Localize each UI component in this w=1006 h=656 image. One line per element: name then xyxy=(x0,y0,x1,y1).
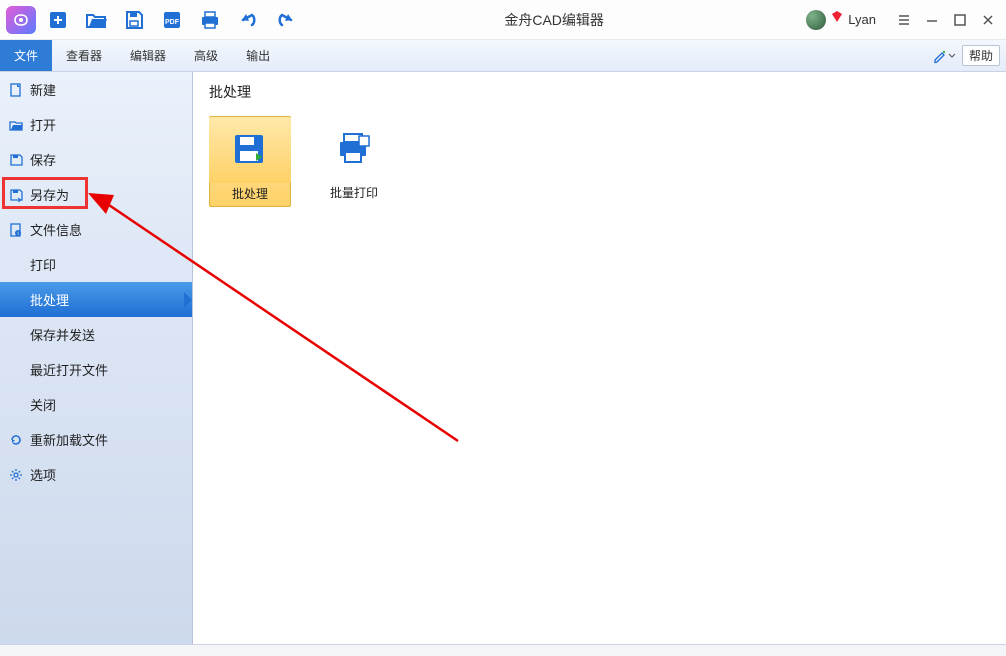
tile-label: 批量打印 xyxy=(330,184,378,201)
sidebar-item-options[interactable]: 选项 xyxy=(0,457,192,492)
sidebar-label: 批处理 xyxy=(30,290,69,309)
sidebar-label: 关闭 xyxy=(30,395,56,414)
svg-text:PDF: PDF xyxy=(165,19,180,26)
sidebar-label: 打开 xyxy=(30,115,56,134)
sidebar-item-saveas[interactable]: 另存为 xyxy=(0,177,192,212)
pdf-export-icon[interactable]: PDF xyxy=(156,4,188,36)
sidebar-label: 选项 xyxy=(30,465,56,484)
open-folder-icon[interactable] xyxy=(80,4,112,36)
sidebar-label: 新建 xyxy=(30,80,56,99)
sidebar-label: 文件信息 xyxy=(30,220,82,239)
tiles: 批处理 批量打印 xyxy=(209,116,990,207)
save-small-icon xyxy=(8,152,24,168)
tile-label: 批处理 xyxy=(232,185,268,202)
main-body: 新建 打开 保存 另存为 i 文件信息 打印 批处理 保存并发送 最近打开文件 xyxy=(0,72,1006,645)
menu-file[interactable]: 文件 xyxy=(0,40,52,71)
reload-icon xyxy=(8,432,24,448)
gear-icon xyxy=(8,467,24,483)
sidebar-item-close[interactable]: 关闭 xyxy=(0,387,192,422)
title-bar: PDF 金舟CAD编辑器 Lyan xyxy=(0,0,1006,40)
sidebar-item-save[interactable]: 保存 xyxy=(0,142,192,177)
info-icon: i xyxy=(8,222,24,238)
redo-icon[interactable] xyxy=(270,4,302,36)
sidebar-item-reload[interactable]: 重新加载文件 xyxy=(0,422,192,457)
close-icon[interactable] xyxy=(976,8,1000,32)
minimize-icon[interactable] xyxy=(920,8,944,32)
sidebar-item-batch[interactable]: 批处理 xyxy=(0,282,192,317)
sidebar-item-recent[interactable]: 最近打开文件 xyxy=(0,352,192,387)
sidebar-label: 打印 xyxy=(30,255,56,274)
sidebar-item-print[interactable]: 打印 xyxy=(0,247,192,282)
svg-text:i: i xyxy=(17,231,18,237)
quick-edit-icon[interactable] xyxy=(932,48,956,64)
maximize-icon[interactable] xyxy=(948,8,972,32)
sidebar-label: 另存为 xyxy=(30,185,69,204)
batch-save-icon xyxy=(209,117,291,183)
tile-batch[interactable]: 批处理 xyxy=(209,116,291,207)
new-file-icon[interactable] xyxy=(42,4,74,36)
save-icon[interactable] xyxy=(118,4,150,36)
status-bar xyxy=(0,645,1006,656)
menu-viewer[interactable]: 查看器 xyxy=(52,40,116,71)
help-button[interactable]: 帮助 xyxy=(962,45,1000,66)
undo-icon[interactable] xyxy=(232,4,264,36)
sidebar-item-open[interactable]: 打开 xyxy=(0,107,192,142)
sidebar-label: 保存 xyxy=(30,150,56,169)
user-name[interactable]: Lyan xyxy=(848,12,876,27)
new-doc-icon xyxy=(8,82,24,98)
sidebar-item-saveandsend[interactable]: 保存并发送 xyxy=(0,317,192,352)
saveas-icon xyxy=(8,187,24,203)
vip-diamond-icon xyxy=(830,10,844,29)
sidebar: 新建 打开 保存 另存为 i 文件信息 打印 批处理 保存并发送 最近打开文件 xyxy=(0,72,193,644)
content-panel: 批处理 批处理 批量打印 xyxy=(193,72,1006,644)
sidebar-item-new[interactable]: 新建 xyxy=(0,72,192,107)
menu-editor[interactable]: 编辑器 xyxy=(116,40,180,71)
batch-print-icon xyxy=(313,116,395,182)
menu-icon[interactable] xyxy=(892,8,916,32)
sidebar-label: 重新加载文件 xyxy=(30,430,108,449)
sidebar-label: 保存并发送 xyxy=(30,325,95,344)
sidebar-item-fileinfo[interactable]: i 文件信息 xyxy=(0,212,192,247)
print-icon[interactable] xyxy=(194,4,226,36)
content-title: 批处理 xyxy=(209,82,990,102)
sidebar-label: 最近打开文件 xyxy=(30,360,108,379)
app-logo-icon xyxy=(6,6,36,34)
tile-batchprint[interactable]: 批量打印 xyxy=(313,116,395,207)
menu-advanced[interactable]: 高级 xyxy=(180,40,232,71)
menu-bar: 文件 查看器 编辑器 高级 输出 帮助 xyxy=(0,40,1006,72)
app-title: 金舟CAD编辑器 xyxy=(302,10,806,30)
menu-output[interactable]: 输出 xyxy=(232,40,284,71)
folder-icon xyxy=(8,117,24,133)
user-avatar-icon[interactable] xyxy=(806,10,826,30)
